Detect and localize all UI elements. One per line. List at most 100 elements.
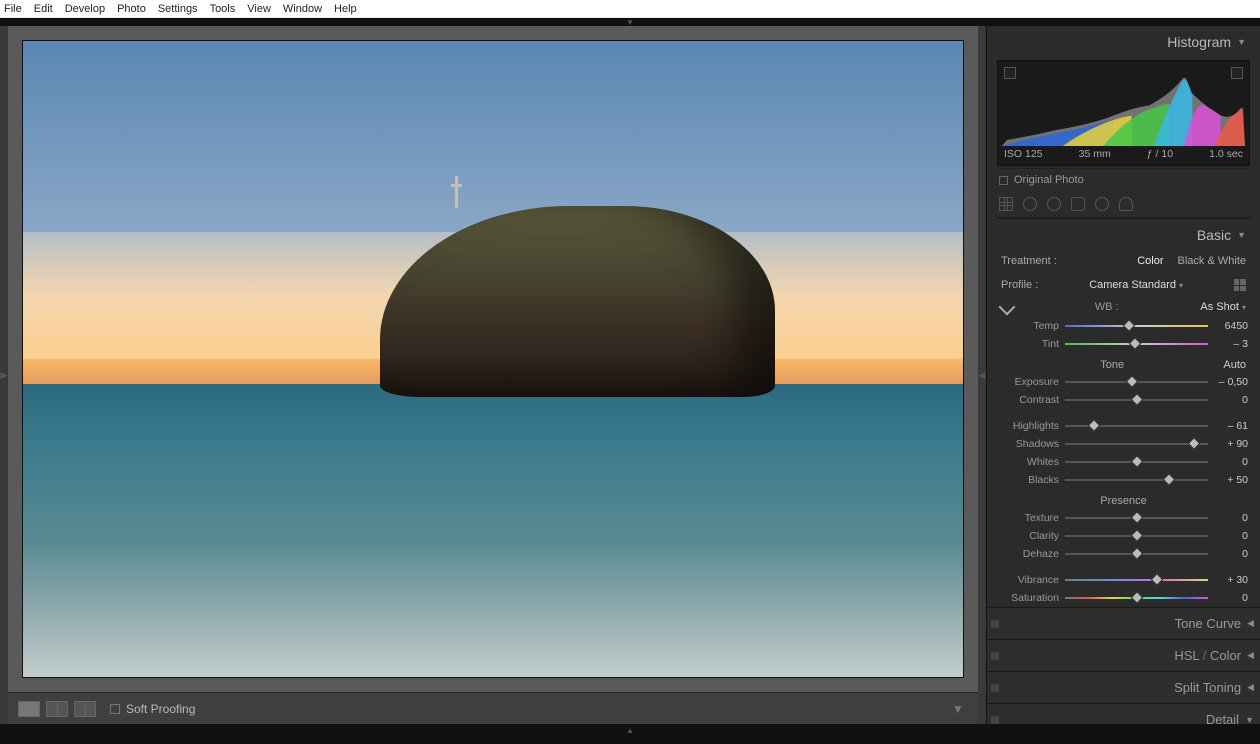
- spot-tool-icon[interactable]: [1023, 197, 1037, 211]
- wb-picker[interactable]: As Shot ▾: [1200, 301, 1246, 313]
- menu-view[interactable]: View: [247, 3, 271, 15]
- saturation-value[interactable]: 0: [1214, 592, 1248, 604]
- auto-tone-button[interactable]: Auto: [1223, 359, 1246, 371]
- top-panel-collapse[interactable]: ▼: [0, 18, 1260, 26]
- wb-label: WB :: [1019, 301, 1194, 313]
- clarity-value[interactable]: 0: [1214, 530, 1248, 542]
- filmstrip-collapse[interactable]: ▲: [0, 724, 1260, 736]
- redeye-tool-icon[interactable]: [1047, 197, 1061, 211]
- contrast-value[interactable]: 0: [1214, 394, 1248, 406]
- histogram-graph[interactable]: [1002, 65, 1245, 145]
- eyedropper-icon[interactable]: [1001, 301, 1013, 313]
- clarity-label: Clarity: [999, 530, 1059, 542]
- texture-value[interactable]: 0: [1214, 512, 1248, 524]
- treatment-row: Treatment : Color Black & White: [997, 249, 1250, 273]
- square-icon: [999, 176, 1008, 185]
- exif-iso: ISO 125: [1004, 148, 1043, 160]
- dehaze-slider[interactable]: [1065, 549, 1208, 559]
- highlights-value[interactable]: – 61: [1214, 420, 1248, 432]
- radial-filter-icon[interactable]: [1095, 197, 1109, 211]
- exposure-label: Exposure: [999, 376, 1059, 388]
- treatment-bw[interactable]: Black & White: [1178, 255, 1246, 267]
- dehaze-label: Dehaze: [999, 548, 1059, 560]
- toolbar-dropdown[interactable]: ▼: [952, 704, 962, 714]
- menu-help[interactable]: Help: [334, 3, 357, 15]
- view-loupe-icon[interactable]: [18, 701, 40, 717]
- photo-canvas[interactable]: [22, 40, 964, 678]
- whites-label: Whites: [999, 456, 1059, 468]
- highlights-label: Highlights: [999, 420, 1059, 432]
- profile-picker[interactable]: Camera Standard ▾: [1089, 279, 1183, 291]
- menu-window[interactable]: Window: [283, 3, 322, 15]
- histogram-box: ISO 125 35 mm ƒ / 10 1.0 sec: [997, 60, 1250, 166]
- left-panel-toggle[interactable]: ▶: [0, 26, 8, 724]
- highlights-slider[interactable]: [1065, 421, 1208, 431]
- shadows-slider[interactable]: [1065, 439, 1208, 449]
- tint-label: Tint: [999, 338, 1059, 350]
- profile-row: Profile : Camera Standard ▾: [997, 273, 1250, 297]
- basic-header[interactable]: Basic▼: [997, 218, 1250, 249]
- shadows-label: Shadows: [999, 438, 1059, 450]
- saturation-slider[interactable]: [1065, 593, 1208, 603]
- brush-tool-icon[interactable]: [1119, 197, 1133, 211]
- tone-label: Tone: [1001, 359, 1223, 371]
- tint-value[interactable]: – 3: [1214, 338, 1248, 350]
- treatment-label: Treatment :: [1001, 255, 1057, 267]
- soft-proofing-label: Soft Proofing: [126, 702, 195, 716]
- develop-panel: Histogram▼ ISO: [986, 26, 1260, 724]
- exposure-value[interactable]: – 0,50: [1214, 376, 1248, 388]
- profile-browser-icon[interactable]: [1234, 279, 1246, 291]
- texture-label: Texture: [999, 512, 1059, 524]
- whites-slider[interactable]: [1065, 457, 1208, 467]
- menu-develop[interactable]: Develop: [65, 3, 105, 15]
- menu-settings[interactable]: Settings: [158, 3, 198, 15]
- grad-filter-icon[interactable]: [1071, 197, 1085, 211]
- exif-shutter: 1.0 sec: [1209, 148, 1243, 160]
- menu-tools[interactable]: Tools: [210, 3, 236, 15]
- wb-row: WB : As Shot ▾: [997, 297, 1250, 317]
- right-panel-toggle[interactable]: ◀: [978, 26, 986, 724]
- dehaze-value[interactable]: 0: [1214, 548, 1248, 560]
- blacks-value[interactable]: + 50: [1214, 474, 1248, 486]
- crop-tool-icon[interactable]: [999, 197, 1013, 211]
- contrast-label: Contrast: [999, 394, 1059, 406]
- tint-row: Tint – 3: [997, 335, 1250, 353]
- detail-header[interactable]: Detail▼: [987, 703, 1260, 724]
- menu-edit[interactable]: Edit: [34, 3, 53, 15]
- contrast-slider[interactable]: [1065, 395, 1208, 405]
- exif-aperture: ƒ / 10: [1147, 148, 1173, 160]
- menu-file[interactable]: File: [4, 3, 22, 15]
- soft-proofing-toggle[interactable]: Soft Proofing: [110, 702, 195, 716]
- treatment-color[interactable]: Color: [1137, 255, 1163, 267]
- view-before-after-tb-icon[interactable]: [74, 701, 96, 717]
- texture-slider[interactable]: [1065, 513, 1208, 523]
- tone-curve-header[interactable]: Tone Curve◀: [987, 607, 1260, 639]
- temp-label: Temp: [999, 320, 1059, 332]
- toolbar-bottom: Soft Proofing ▼: [8, 692, 978, 724]
- clarity-slider[interactable]: [1065, 531, 1208, 541]
- image-preview-area[interactable]: [8, 26, 978, 692]
- blacks-label: Blacks: [999, 474, 1059, 486]
- temp-value[interactable]: 6450: [1214, 320, 1248, 332]
- profile-label: Profile :: [1001, 279, 1038, 291]
- vibrance-label: Vibrance: [999, 574, 1059, 586]
- histogram-header[interactable]: Histogram▼: [997, 26, 1250, 56]
- whites-value[interactable]: 0: [1214, 456, 1248, 468]
- hsl-header[interactable]: HSL / Color◀: [987, 639, 1260, 671]
- shadows-value[interactable]: + 90: [1214, 438, 1248, 450]
- temp-slider[interactable]: [1065, 321, 1208, 331]
- view-before-after-lr-icon[interactable]: [46, 701, 68, 717]
- menu-photo[interactable]: Photo: [117, 3, 146, 15]
- checkbox-icon: [110, 704, 120, 714]
- vibrance-slider[interactable]: [1065, 575, 1208, 585]
- split-toning-header[interactable]: Split Toning◀: [987, 671, 1260, 703]
- saturation-label: Saturation: [999, 592, 1059, 604]
- basic-title: Basic: [1197, 227, 1231, 243]
- blacks-slider[interactable]: [1065, 475, 1208, 485]
- tint-slider[interactable]: [1065, 339, 1208, 349]
- exif-row: ISO 125 35 mm ƒ / 10 1.0 sec: [1002, 145, 1245, 163]
- vibrance-value[interactable]: + 30: [1214, 574, 1248, 586]
- exposure-slider[interactable]: [1065, 377, 1208, 387]
- presence-subhead: Presence: [997, 489, 1250, 509]
- original-photo-toggle[interactable]: Original Photo: [997, 168, 1250, 191]
